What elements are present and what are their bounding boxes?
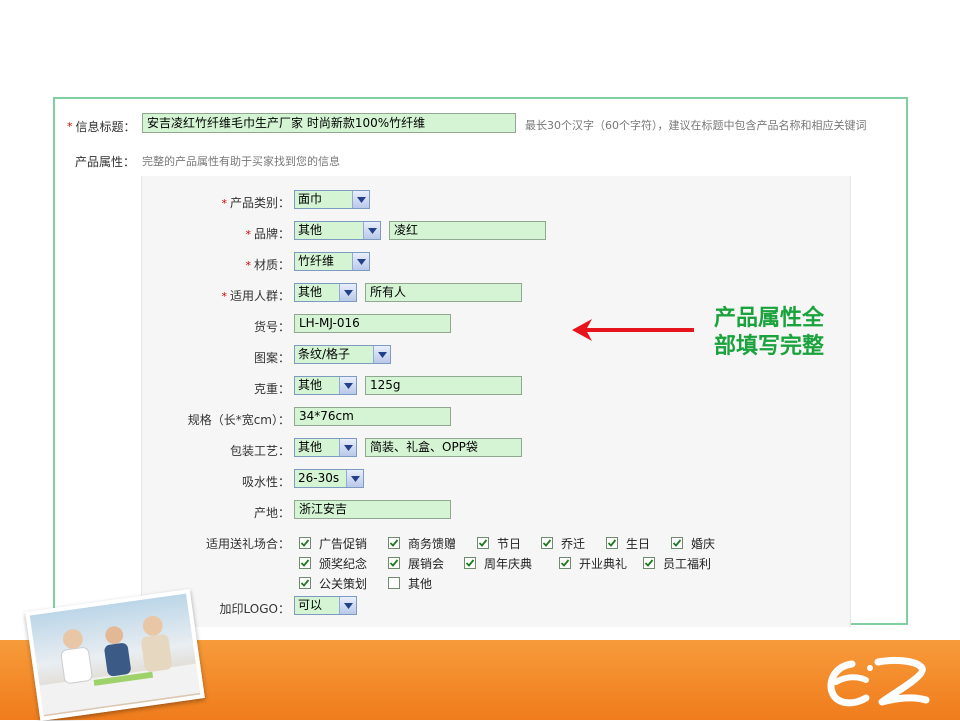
checkmark-icon	[300, 579, 310, 587]
checkbox-occasion[interactable]	[299, 537, 311, 549]
checkbox-occasion-label: 生日	[626, 537, 651, 551]
chevron-down-icon	[339, 439, 356, 456]
checkbox-occasion-label: 其他	[408, 577, 433, 591]
checkbox-occasion-label: 周年庆典	[484, 557, 533, 571]
checkbox-occasion[interactable]	[299, 577, 311, 589]
checkmark-icon	[644, 559, 654, 567]
title-row: * 信息标题：	[67, 115, 136, 137]
logo-print-select[interactable]: 可以	[294, 596, 357, 615]
checkbox-occasion-label: 商务馈赠	[408, 537, 457, 551]
alibaba-logo-icon	[827, 656, 930, 707]
checkmark-icon	[672, 539, 682, 547]
checkbox-occasion[interactable]	[643, 557, 655, 569]
chevron-down-icon	[346, 470, 363, 487]
size-input[interactable]: 34*76cm	[294, 407, 451, 426]
callout-line-1: 产品属性全	[714, 306, 825, 331]
checkmark-icon	[465, 559, 475, 567]
sku-input[interactable]: LH-MJ-016	[294, 314, 451, 333]
weight-select[interactable]: 其他	[294, 376, 357, 395]
chevron-down-icon	[339, 377, 356, 394]
people-illustration-icon	[39, 615, 201, 715]
checkbox-occasion[interactable]	[299, 557, 311, 569]
origin-label: 产地：	[253, 506, 290, 520]
chevron-down-icon	[339, 597, 356, 614]
checkmark-icon	[389, 559, 399, 567]
checkmark-icon	[560, 559, 570, 567]
audience-input[interactable]: 所有人	[365, 283, 522, 302]
product-form-panel: * 信息标题： 安吉凌红竹纤维毛巾生产厂家 时尚新款100%竹纤维 最长30个汉…	[53, 97, 908, 627]
checkmark-icon	[300, 559, 310, 567]
checkbox-occasion-label: 员工福利	[663, 557, 712, 571]
chevron-down-icon	[352, 191, 369, 208]
occasions-label: 适用送礼场合：	[205, 537, 290, 551]
sku-label: 货号：	[253, 320, 290, 334]
chevron-down-icon	[363, 222, 380, 239]
checkbox-occasion[interactable]	[559, 557, 571, 569]
checkbox-occasion-label: 公关策划	[319, 577, 368, 591]
checkbox-occasion[interactable]	[606, 537, 618, 549]
checkbox-occasion[interactable]	[388, 557, 400, 569]
checkbox-occasion-label: 颁奖纪念	[319, 557, 368, 571]
checkbox-occasion-label: 广告促销	[319, 537, 368, 551]
callout-text: 产品属性全 部填写完整	[714, 305, 844, 361]
packaging-input[interactable]: 简装、礼盒、OPP袋	[365, 438, 522, 457]
attributes-section: * 产品类别： 面巾 * 品牌： 其他 凌红 * 材质： 竹纤维 * 适用人群： 其他 …	[141, 176, 851, 627]
material-label: * 材质：	[245, 258, 290, 272]
red-arrow-icon	[572, 319, 694, 341]
chevron-down-icon	[339, 284, 356, 301]
checkbox-occasion[interactable]	[464, 557, 476, 569]
checkbox-occasion-label: 乔迁	[561, 537, 586, 551]
checkbox-occasion-label: 开业典礼	[579, 557, 628, 571]
checkbox-occasion[interactable]	[671, 537, 683, 549]
business-people-photo	[25, 588, 205, 721]
checkmark-icon	[389, 539, 399, 547]
brand-input[interactable]: 凌红	[389, 221, 546, 240]
callout-line-2: 部填写完整	[714, 334, 825, 359]
checkmark-icon	[478, 539, 488, 547]
material-select[interactable]: 竹纤维	[294, 252, 370, 271]
chevron-down-icon	[352, 253, 369, 270]
category-select[interactable]: 面巾	[294, 190, 370, 209]
checkbox-occasion[interactable]	[541, 537, 553, 549]
absorbency-label: 吸水性：	[241, 475, 290, 489]
weight-input[interactable]: 125g	[365, 376, 522, 395]
packaging-select[interactable]: 其他	[294, 438, 357, 457]
required-mark: *	[67, 119, 73, 133]
audience-select[interactable]: 其他	[294, 283, 357, 302]
brand-select[interactable]: 其他	[294, 221, 381, 240]
absorbency-select[interactable]: 26-30s	[294, 469, 364, 488]
attr-hint: 完整的产品属性有助于买家找到您的信息	[142, 155, 340, 168]
chevron-down-icon	[373, 346, 390, 363]
checkbox-occasion-label: 节日	[497, 537, 522, 551]
title-input[interactable]: 安吉凌红竹纤维毛巾生产厂家 时尚新款100%竹纤维	[142, 113, 516, 133]
title-hint: 最长30个汉字（60个字符），建议在标题中包含产品名称和相应关键词	[525, 119, 867, 132]
checkmark-icon	[542, 539, 552, 547]
weight-label: 克重：	[253, 382, 290, 396]
checkbox-occasion[interactable]	[477, 537, 489, 549]
brand-label: * 品牌：	[245, 227, 290, 241]
checkbox-occasion[interactable]	[388, 537, 400, 549]
checkmark-icon	[300, 539, 310, 547]
checkbox-occasion-label: 婚庆	[691, 537, 716, 551]
checkbox-occasion[interactable]	[388, 577, 400, 589]
pattern-select[interactable]: 条纹/格子	[294, 345, 391, 364]
audience-label: * 适用人群：	[221, 289, 290, 303]
category-label: * 产品类别：	[221, 196, 290, 210]
pattern-label: 图案：	[253, 351, 290, 365]
origin-input[interactable]: 浙江安吉	[294, 500, 451, 519]
checkbox-occasion-label: 展销会	[408, 557, 445, 571]
title-label: 信息标题：	[75, 119, 136, 134]
checkmark-icon	[607, 539, 617, 547]
size-label: 规格（长*宽cm）：	[187, 413, 290, 427]
attr-label: 产品属性：	[75, 155, 136, 169]
packaging-label: 包装工艺：	[229, 444, 290, 458]
